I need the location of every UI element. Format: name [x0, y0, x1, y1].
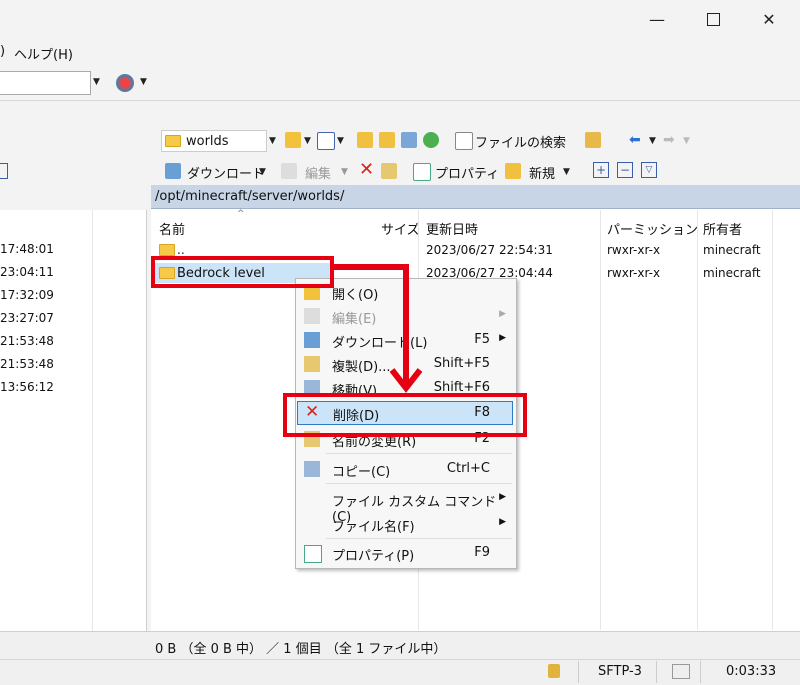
annotation-arrow — [332, 264, 423, 393]
